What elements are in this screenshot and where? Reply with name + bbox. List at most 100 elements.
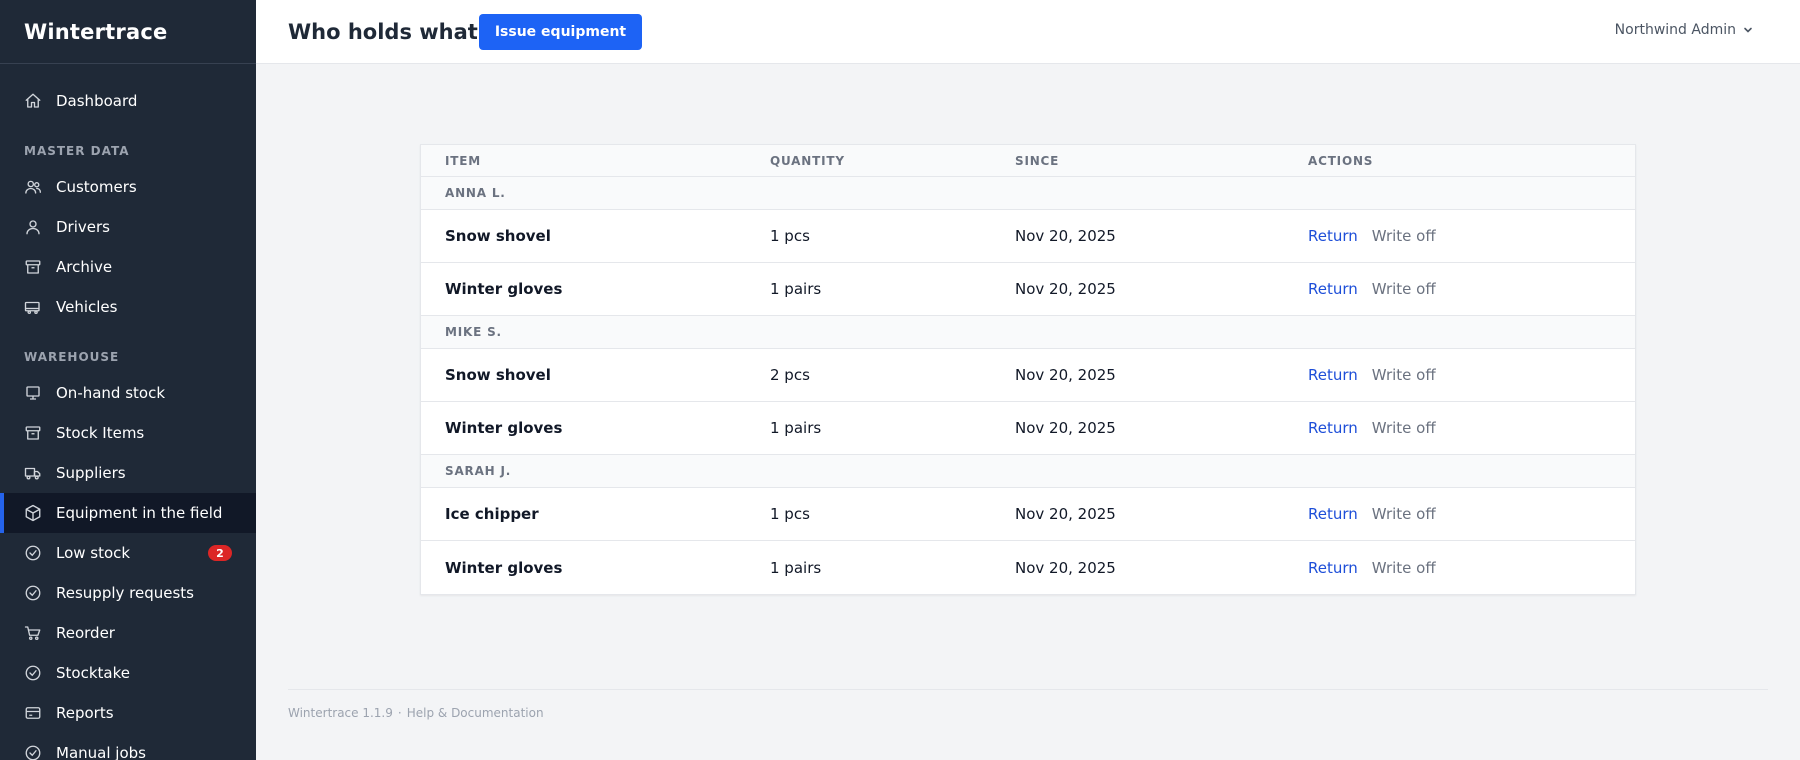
sidebar-item-label: Stocktake <box>56 664 130 682</box>
box-icon <box>25 426 41 440</box>
cart-icon <box>24 626 41 641</box>
column-header-actions: ACTIONS <box>1308 153 1374 168</box>
holder-group-row: MIKE S. <box>421 316 1635 349</box>
write-off-link[interactable]: Write off <box>1372 227 1436 245</box>
item-name: Winter gloves <box>445 280 563 298</box>
page-title: Who holds what <box>288 19 478 44</box>
holder-group-row: ANNA L. <box>421 177 1635 210</box>
table-row: Winter gloves 1 pairs Nov 20, 2025 Return Wr… <box>421 541 1635 594</box>
return-link[interactable]: Return <box>1308 419 1358 437</box>
sidebar-item-label: Suppliers <box>56 464 126 482</box>
sidebar-item-suppliers[interactable]: Suppliers <box>0 453 256 493</box>
row-actions: Return Write off <box>1308 280 1436 298</box>
item-name: Winter gloves <box>445 558 563 577</box>
footer: Wintertrace 1.1.9 · Help & Documentation <box>288 706 544 720</box>
sidebar-item-label: Drivers <box>56 218 110 236</box>
issued-since-date: Nov 20, 2025 <box>1015 280 1116 298</box>
item-name: Snow shovel <box>445 227 551 245</box>
column-header-item: ITEM <box>445 153 481 168</box>
sidebar-item-label: Resupply requests <box>56 584 194 602</box>
sidebar-item-stock-items[interactable]: Stock Items <box>0 413 256 453</box>
sidebar-item-customers[interactable]: Customers <box>0 167 256 207</box>
sidebar-item-equipment-in-the-field[interactable]: Equipment in the field <box>0 493 256 533</box>
sidebar-item-label: Stock Items <box>56 424 145 442</box>
sidebar-item-stocktake[interactable]: Stocktake <box>0 653 256 693</box>
sidebar-item-label: Vehicles <box>56 298 118 316</box>
check-circle-icon <box>25 545 41 561</box>
sidebar-item-label: Archive <box>56 258 113 276</box>
sidebar-item-label: Reports <box>56 704 114 722</box>
return-link[interactable]: Return <box>1308 505 1358 523</box>
user-menu-label: Northwind Admin <box>1614 22 1736 38</box>
item-quantity: 1 pairs <box>770 419 822 437</box>
help-documentation-link[interactable]: Help & Documentation <box>407 706 544 720</box>
delivery-truck-icon <box>24 467 41 480</box>
sidebar-item-vehicles[interactable]: Vehicles <box>0 287 256 327</box>
sidebar-item-label: On-hand stock <box>56 384 166 402</box>
item-quantity: 2 pcs <box>770 366 810 384</box>
sidebar-item-label: Reorder <box>56 624 115 642</box>
archive-icon <box>25 260 41 274</box>
row-actions: Return Write off <box>1308 366 1436 384</box>
app-logo[interactable]: Wintertrace <box>0 0 256 64</box>
row-actions: Return Write off <box>1308 505 1436 523</box>
low-stock-count-badge: 2 <box>208 545 232 561</box>
return-link[interactable]: Return <box>1308 280 1358 298</box>
chevron-down-icon <box>1744 27 1752 33</box>
nav-section-master-data: MASTER DATA <box>24 144 130 158</box>
issued-since-date: Nov 20, 2025 <box>1015 558 1116 577</box>
sidebar-item-label: Equipment in the field <box>56 504 223 522</box>
table-row: Snow shovel 1 pcs Nov 20, 2025 Return Write … <box>421 210 1635 263</box>
table-row: Winter gloves 1 pairs Nov 20, 2025 Return Wr… <box>421 402 1635 455</box>
sidebar-item-reorder[interactable]: Reorder <box>0 613 256 653</box>
sidebar-item-on-hand-stock[interactable]: On-hand stock <box>0 373 256 413</box>
footer-version: Wintertrace 1.1.9 <box>288 706 393 720</box>
user-menu[interactable]: Northwind Admin <box>1615 22 1754 38</box>
item-quantity: 1 pairs <box>770 558 822 577</box>
truck-icon <box>24 301 40 315</box>
sidebar-item-dashboard[interactable]: Dashboard <box>0 81 256 121</box>
issue-equipment-button[interactable]: Issue equipment <box>478 13 643 50</box>
holder-name: ANNA L. <box>445 186 506 200</box>
check-circle-icon <box>25 585 41 601</box>
cube-icon <box>25 504 41 522</box>
write-off-link[interactable]: Write off <box>1372 366 1436 384</box>
write-off-link[interactable]: Write off <box>1372 559 1436 577</box>
card-icon <box>25 707 41 719</box>
holder-name: SARAH J. <box>445 464 512 478</box>
item-quantity: 1 pcs <box>770 227 810 245</box>
item-quantity: 1 pairs <box>770 280 822 298</box>
equipment-holdings-table: ITEM QUANTITY SINCE ACTIONS ANNA L. Snow … <box>420 144 1636 595</box>
nav-section-warehouse: WAREHOUSE <box>24 350 120 364</box>
sidebar-item-drivers[interactable]: Drivers <box>0 207 256 247</box>
sidebar-item-reports[interactable]: Reports <box>0 693 256 733</box>
issued-since-date: Nov 20, 2025 <box>1015 366 1116 384</box>
sidebar-item-manual-jobs[interactable]: Manual jobs <box>0 733 256 760</box>
issued-since-date: Nov 20, 2025 <box>1015 227 1116 245</box>
table-header: ITEM QUANTITY SINCE ACTIONS <box>421 145 1635 177</box>
home-icon <box>25 93 41 108</box>
return-link[interactable]: Return <box>1308 559 1358 577</box>
write-off-link[interactable]: Write off <box>1372 280 1436 298</box>
sidebar-item-low-stock[interactable]: Low stock 2 <box>0 533 256 573</box>
return-link[interactable]: Return <box>1308 227 1358 245</box>
footer-separator: · <box>397 706 402 720</box>
write-off-link[interactable]: Write off <box>1372 419 1436 437</box>
item-name: Ice chipper <box>445 505 539 523</box>
issued-since-date: Nov 20, 2025 <box>1015 505 1116 523</box>
item-quantity: 1 pcs <box>770 505 810 523</box>
sidebar-item-label: Dashboard <box>56 92 138 110</box>
users-icon <box>25 180 42 194</box>
check-circle-icon <box>25 665 41 681</box>
write-off-link[interactable]: Write off <box>1372 505 1436 523</box>
table-row: Ice chipper 1 pcs Nov 20, 2025 Return Write … <box>421 488 1635 541</box>
return-link[interactable]: Return <box>1308 366 1358 384</box>
sidebar: Wintertrace Dashboard MASTER DATA Custom… <box>0 0 256 760</box>
sidebar-item-label: Manual jobs <box>56 744 146 760</box>
user-icon <box>26 220 40 235</box>
sidebar-item-label: Low stock <box>56 544 131 562</box>
sidebar-item-resupply-requests[interactable]: Resupply requests <box>0 573 256 613</box>
holder-name: MIKE S. <box>445 325 502 339</box>
issued-since-date: Nov 20, 2025 <box>1015 419 1116 437</box>
sidebar-item-archive[interactable]: Archive <box>0 247 256 287</box>
